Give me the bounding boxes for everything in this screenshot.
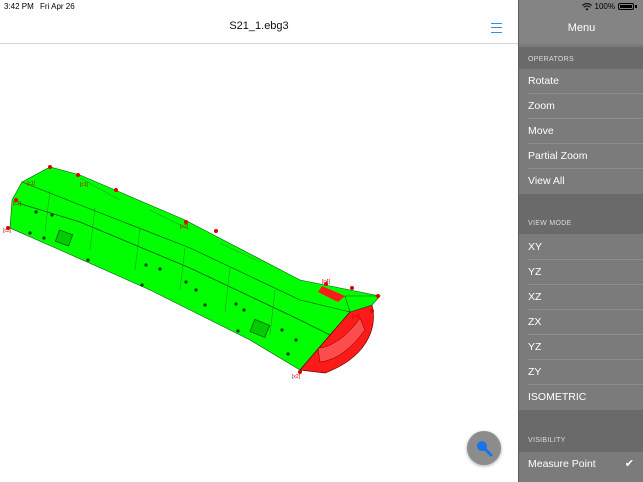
main-view: S21_1.ebg3 [c1] [c1] [c2] [c3] [c3] [c4]… xyxy=(0,0,518,482)
menu-item-label: Zoom xyxy=(528,100,555,112)
document-title: S21_1.ebg3 xyxy=(229,20,289,32)
status-right: 100% xyxy=(581,2,637,11)
menu-item-label: ZY xyxy=(528,366,542,378)
menu-item-isometric[interactable]: ISOMETRIC xyxy=(519,385,643,410)
menu-item-partial-zoom[interactable]: Partial Zoom xyxy=(519,144,643,169)
menu-item-yz[interactable]: YZ xyxy=(519,260,643,285)
model-front-face xyxy=(9,181,351,371)
point-label: [c3] xyxy=(180,224,189,230)
point-label: [x2] xyxy=(292,374,301,380)
menu-item-zy[interactable]: ZY xyxy=(519,360,643,385)
side-menu: Menu OPERATORS Rotate Zoom Move Partial … xyxy=(518,0,643,482)
section-header-visibility: VISIBILITY xyxy=(519,410,643,452)
menu-item-zoom[interactable]: Zoom xyxy=(519,94,643,119)
menu-item-rotate[interactable]: Rotate xyxy=(519,69,643,94)
menu-item-xz[interactable]: XZ xyxy=(519,285,643,310)
checkmark-icon: ✔ xyxy=(624,458,634,470)
battery-percent: 100% xyxy=(594,2,615,11)
point-label: [c1] xyxy=(80,182,89,188)
menu-item-xy[interactable]: XY xyxy=(519,235,643,260)
menu-item-label: YZ xyxy=(528,266,542,278)
menu-item-label: XY xyxy=(528,241,543,253)
status-bar: 3:42 PM Fri Apr 26 100% xyxy=(0,0,643,14)
menu-item-label: YZ xyxy=(528,341,542,353)
wifi-icon xyxy=(581,2,592,10)
3d-model: [c1] [c1] [c2] [c3] [c3] [c4] [c4] [x2] xyxy=(3,165,381,380)
point-label: [c1] xyxy=(27,181,36,187)
menu-item-view-all[interactable]: View All xyxy=(519,169,643,194)
zoom-fab-button[interactable] xyxy=(467,431,501,465)
point-label: [c3] xyxy=(3,228,12,234)
section-header-operators: OPERATORS xyxy=(519,47,643,69)
point-label: [c4] xyxy=(322,279,331,285)
menu-item-measure-point[interactable]: Measure Point ✔ xyxy=(519,452,643,482)
point-label: [c4] xyxy=(352,314,361,320)
menu-item-label: XZ xyxy=(528,291,542,303)
navigation-bar: S21_1.ebg3 xyxy=(0,14,518,44)
menu-item-label: Partial Zoom xyxy=(528,150,588,162)
menu-item-label: Measure Point xyxy=(528,458,596,470)
menu-item-label: ZX xyxy=(528,316,542,328)
status-date: Fri Apr 26 xyxy=(40,2,75,11)
section-header-view-mode: VIEW MODE xyxy=(519,194,643,234)
point-label: [c2] xyxy=(13,201,22,207)
search-icon xyxy=(477,441,493,457)
menu-item-label: ISOMETRIC xyxy=(528,391,587,403)
menu-item-label: Rotate xyxy=(528,75,559,87)
battery-icon xyxy=(618,3,634,10)
menu-item-yz-2[interactable]: YZ xyxy=(519,335,643,360)
menu-item-move[interactable]: Move xyxy=(519,119,643,144)
menu-item-zx[interactable]: ZX xyxy=(519,310,643,335)
hamburger-icon[interactable] xyxy=(491,23,502,33)
status-time: 3:42 PM xyxy=(4,2,34,11)
menu-title: Menu xyxy=(567,22,596,34)
3d-model-viewport[interactable]: [c1] [c1] [c2] [c3] [c3] [c4] [c4] [x2] xyxy=(0,45,518,482)
menu-item-label: View All xyxy=(528,175,565,187)
menu-item-label: Move xyxy=(528,125,554,137)
